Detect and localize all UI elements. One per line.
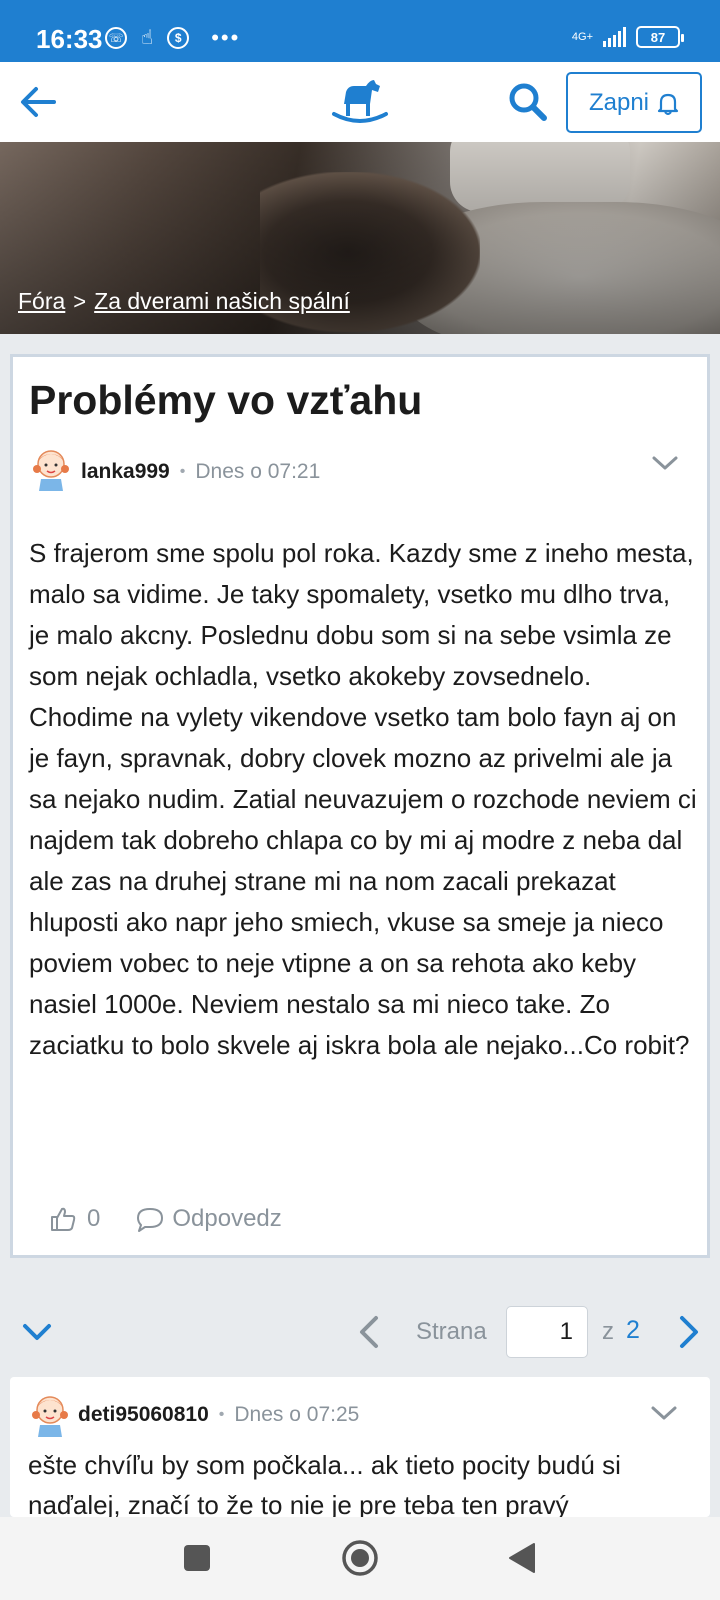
category-hero-image: Fóra > Za dverami našich spální xyxy=(0,142,720,334)
next-page-chevron-right-icon[interactable] xyxy=(676,1314,702,1350)
system-navigation-bar xyxy=(0,1517,720,1600)
back-triangle-icon[interactable] xyxy=(506,1541,538,1575)
post-actions: 0 Odpovedz xyxy=(49,1205,282,1233)
breadcrumb-separator-icon: > xyxy=(73,288,87,314)
post-body: S frajerom sme spolu pol roka. Kazdy sme… xyxy=(29,538,697,1060)
battery-level: 87 xyxy=(650,29,666,45)
viber-icon: ☏ xyxy=(105,26,127,49)
status-right: 4G+ 87 xyxy=(571,26,684,48)
reply-body: ešte chvíľu by som počkala... ak tieto p… xyxy=(28,1450,621,1517)
enable-notifications-button[interactable]: Zapni xyxy=(566,72,702,133)
network-type: 4G+ xyxy=(571,31,593,43)
comment-icon xyxy=(137,1208,164,1232)
signal-icon xyxy=(603,27,626,47)
avatar[interactable] xyxy=(28,1391,72,1437)
touch-icon: ☝ xyxy=(141,27,154,49)
previous-page-chevron-left-icon[interactable] xyxy=(356,1314,382,1350)
like-button[interactable]: 0 xyxy=(49,1205,100,1233)
more-notifications-icon: ••• xyxy=(211,24,241,50)
breadcrumb: Fóra > Za dverami našich spální xyxy=(18,288,350,315)
like-count: 0 xyxy=(87,1205,101,1232)
reply-meta: deti95060810 • Dnes o 07:25 xyxy=(78,1403,359,1427)
post-author[interactable]: lanka999 xyxy=(81,460,170,484)
page-number-input[interactable] xyxy=(506,1306,588,1358)
post-title: Problémy vo vzťahu xyxy=(29,377,423,423)
page-label: Strana xyxy=(416,1318,487,1345)
notification-icons: ☏ ☝ $ ••• xyxy=(105,25,240,50)
meta-separator: • xyxy=(218,1406,225,1423)
post-options-chevron-down-icon[interactable] xyxy=(650,451,680,475)
reply-button[interactable]: Odpovedz xyxy=(136,1205,282,1233)
status-bar: 16:33 ☏ ☝ $ ••• 4G+ 87 xyxy=(0,0,720,62)
reply-author[interactable]: deti95060810 xyxy=(78,1403,209,1427)
status-time: 16:33 xyxy=(36,24,103,54)
post-meta: lanka999 • Dnes o 07:21 xyxy=(81,460,320,484)
reply-card: deti95060810 • Dnes o 07:25 ešte chvíľu … xyxy=(10,1377,710,1517)
thumbs-up-icon xyxy=(51,1207,76,1231)
battery-icon: 87 xyxy=(636,26,684,48)
home-circle-icon[interactable] xyxy=(341,1539,379,1577)
breadcrumb-forums-link[interactable]: Fóra xyxy=(18,288,65,315)
dollar-icon: $ xyxy=(167,26,190,49)
rocking-horse-logo-icon[interactable] xyxy=(330,76,390,128)
page-of-label: z xyxy=(602,1318,614,1345)
top-navigation: Zapni xyxy=(0,62,720,142)
reply-options-chevron-down-icon[interactable] xyxy=(649,1401,679,1425)
back-arrow-icon[interactable] xyxy=(16,80,60,124)
total-pages-link[interactable]: 2 xyxy=(626,1316,640,1345)
enable-notifications-label: Zapni xyxy=(588,88,650,116)
post-date: Dnes o 07:21 xyxy=(195,460,321,483)
reply-label: Odpovedz xyxy=(172,1205,282,1232)
recent-apps-square-icon[interactable] xyxy=(184,1545,210,1571)
post-card: Problémy vo vzťahu lanka999 • Dnes o 07:… xyxy=(10,354,710,1258)
bell-icon xyxy=(657,93,679,115)
avatar[interactable] xyxy=(29,445,73,491)
meta-separator: • xyxy=(179,463,186,480)
search-icon[interactable] xyxy=(504,78,552,126)
reply-date: Dnes o 07:25 xyxy=(234,1403,360,1426)
expand-chevron-down-icon[interactable] xyxy=(20,1320,54,1344)
breadcrumb-category-link[interactable]: Za dverami našich spální xyxy=(94,288,350,315)
pagination: Strana z 2 xyxy=(0,1300,720,1364)
